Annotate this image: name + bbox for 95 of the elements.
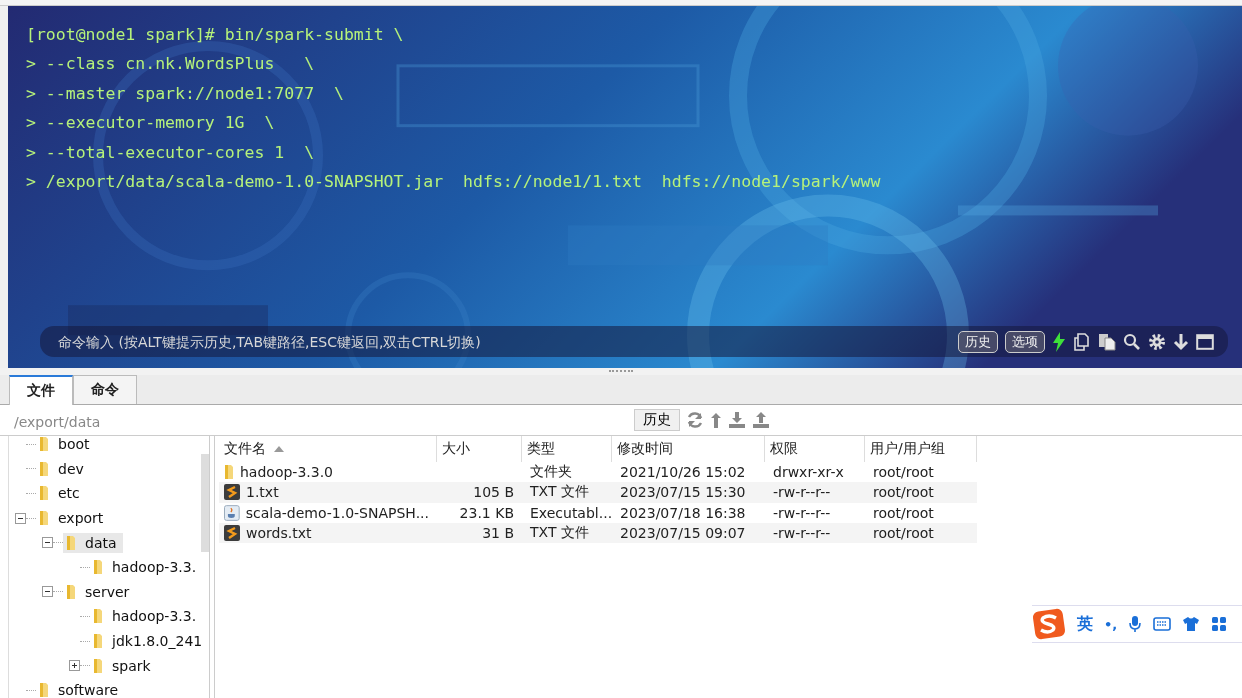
search-icon[interactable] [1123, 332, 1141, 351]
grid-icon[interactable] [1211, 616, 1228, 632]
command-input[interactable]: 命令输入 (按ALT键提示历史,TAB键路径,ESC键返回,双击CTRL切换) [40, 326, 958, 357]
column-header[interactable]: 文件名 [219, 436, 437, 462]
download-icon[interactable] [1173, 332, 1189, 351]
tree-item[interactable]: software [36, 680, 125, 698]
path-field[interactable]: /export/data [14, 410, 614, 430]
keyboard-icon[interactable] [1153, 617, 1172, 631]
tree-item[interactable]: hadoop-3.3. [90, 557, 203, 578]
folder-icon [39, 682, 49, 698]
folder-icon [93, 559, 103, 576]
ime-logo-icon[interactable] [1032, 608, 1066, 640]
folder-icon [39, 436, 49, 453]
file-size: 105 B [473, 484, 514, 501]
toolbar-button[interactable]: 选项 [1005, 330, 1045, 353]
file-row[interactable]: hadoop-3.3.0 文件夹 2021/10/26 15:02 drwxr-xr-x root/root [219, 462, 977, 483]
file-row[interactable]: words.txt 31 B TXT 文件 2023/07/15 09:07 -rw-r--r-- root/root [219, 522, 977, 544]
tree-item[interactable]: boot [36, 436, 96, 455]
tab[interactable]: 命令 [73, 375, 137, 404]
tree-item[interactable]: server [63, 581, 136, 602]
file-name: 1.txt [246, 484, 279, 501]
shirt-icon[interactable] [1182, 616, 1201, 632]
folder-icon [66, 534, 76, 551]
language-indicator[interactable]: 英 [1077, 613, 1093, 635]
terminal-line: > --class cn.nk.WordsPlus \ [26, 53, 316, 76]
collapse-icon[interactable] [15, 512, 26, 524]
window-icon[interactable] [1196, 333, 1214, 350]
tree-item[interactable]: export [36, 508, 110, 529]
file-size: 31 B [482, 525, 514, 542]
folder-icon [93, 657, 103, 674]
owner: root/root [873, 504, 934, 521]
tab[interactable]: 文件 [9, 375, 73, 405]
terminal-line: > --total-executor-cores 1 \ [26, 141, 316, 164]
folder-icon [39, 510, 49, 527]
paste-icon[interactable] [1098, 332, 1116, 351]
tree-item[interactable]: spark [90, 655, 157, 676]
modified-time: 2023/07/15 09:07 [620, 525, 746, 542]
upload-icon[interactable] [752, 411, 770, 429]
folder-icon [66, 583, 76, 600]
microphone-icon[interactable] [1128, 615, 1143, 633]
collapse-icon[interactable] [42, 586, 53, 598]
terminal-line: > --executor-memory 1G \ [26, 112, 276, 135]
scrollbar-thumb[interactable] [201, 454, 209, 552]
text-file-icon [224, 484, 240, 501]
folder-icon [224, 464, 234, 481]
terminal-line: [root@node1 spark]# bin/spark-submit \ [26, 24, 405, 46]
tree-item[interactable]: hadoop-3.3. [90, 606, 203, 627]
folder-icon [93, 633, 103, 650]
column-header[interactable]: 大小 [437, 436, 522, 462]
history-button[interactable]: 历史 [634, 409, 680, 431]
settings-icon[interactable] [1148, 332, 1166, 351]
text-file-icon [224, 525, 240, 542]
toolbar-button[interactable]: 历史 [958, 330, 998, 353]
permissions: -rw-r--r-- [773, 484, 831, 501]
permissions: -rw-r--r-- [773, 504, 831, 521]
expand-icon[interactable] [69, 660, 80, 672]
folder-icon [93, 608, 103, 625]
owner: root/root [873, 464, 934, 481]
column-header[interactable]: 修改时间 [612, 436, 765, 462]
owner: root/root [873, 484, 934, 501]
permissions: drwxr-xr-x [773, 464, 844, 481]
collapse-icon[interactable] [42, 537, 53, 549]
file-row[interactable]: scala-demo-1.0-SNAPSH... 23.1 KB Executabl... 2023/07/18 16:38 -rw-r--r-- root/root [219, 502, 977, 523]
terminal-line: > --master spark://node1:7077 \ [26, 82, 345, 105]
permissions: -rw-r--r-- [773, 525, 831, 542]
modified-time: 2023/07/18 16:38 [620, 504, 746, 521]
tree-item[interactable]: data [63, 532, 123, 553]
file-size: 23.1 KB [459, 504, 514, 521]
file-row[interactable]: 1.txt 105 B TXT 文件 2023/07/15 15:30 -rw-r--r-- root/root [219, 482, 977, 503]
owner: root/root [873, 525, 934, 542]
lightning-icon[interactable] [1052, 331, 1066, 352]
modified-time: 2023/07/15 15:30 [620, 484, 746, 501]
folder-icon [39, 485, 49, 502]
modified-time: 2021/10/26 15:02 [620, 464, 746, 481]
column-header[interactable]: 权限 [765, 436, 865, 462]
file-name: words.txt [246, 525, 312, 542]
java-file-icon [224, 504, 240, 521]
tree-item[interactable]: dev [36, 458, 90, 479]
up-arrow-icon[interactable] [710, 411, 722, 429]
refresh-icon[interactable] [686, 411, 704, 429]
file-name: scala-demo-1.0-SNAPSH... [245, 504, 429, 521]
splitter-handle[interactable] [609, 369, 633, 374]
column-header[interactable]: 类型 [522, 436, 612, 462]
tree-item[interactable]: etc [36, 483, 86, 504]
tree-item[interactable]: jdk1.8.0_241 [90, 631, 209, 652]
file-type: 文件夹 [530, 463, 572, 482]
punctuation-indicator[interactable]: •, [1104, 616, 1118, 632]
file-type: TXT 文件 [530, 483, 589, 502]
file-type: Executabl... [530, 504, 613, 521]
file-type: TXT 文件 [530, 524, 589, 543]
copy-icon[interactable] [1073, 332, 1091, 351]
file-name: hadoop-3.3.0 [240, 464, 334, 481]
column-header[interactable]: 用户/用户组 [865, 436, 977, 462]
terminal-line: > /export/data/scala-demo-1.0-SNAPSHOT.jar hdfs://node1/1.txt hdfs://node1/spark/www [26, 170, 882, 193]
folder-icon [39, 460, 49, 477]
